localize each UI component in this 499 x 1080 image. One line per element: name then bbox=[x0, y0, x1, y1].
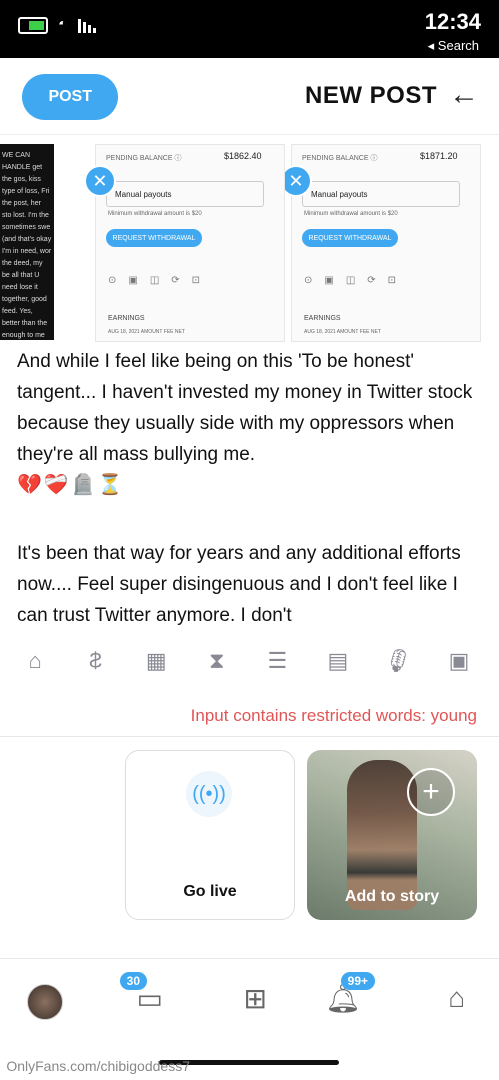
live-broadcast-icon: ((•)) bbox=[186, 771, 232, 817]
add-post-icon[interactable]: ⊞ bbox=[244, 982, 267, 1015]
post-text-area[interactable]: And while I feel like being on this 'To … bbox=[17, 346, 477, 501]
avatar[interactable] bbox=[27, 984, 63, 1020]
post-paragraph-2: It's been that way for years and any add… bbox=[17, 543, 461, 626]
go-live-label: Go live bbox=[183, 883, 237, 900]
gallery-icon[interactable]: ▤ bbox=[320, 648, 356, 674]
calendar-icon[interactable]: ▦ bbox=[138, 648, 174, 674]
bottom-nav: ⌂ 🔔︎ 99+ ⊞ ▭ 30 bbox=[0, 960, 499, 1040]
watermark: OnlyFans.com/chibigoddess7 bbox=[6, 1058, 190, 1074]
poll-icon[interactable]: ☰ bbox=[259, 648, 295, 674]
go-live-card[interactable]: ((•)) Go live bbox=[125, 750, 295, 920]
add-story-label: Add to story bbox=[344, 888, 440, 905]
add-to-story-card[interactable]: + Add to story bbox=[307, 750, 477, 920]
image-icon[interactable]: ▣ bbox=[441, 648, 477, 674]
add-icon[interactable]: + bbox=[407, 768, 455, 816]
divider bbox=[0, 958, 499, 959]
price-icon[interactable]: $ bbox=[78, 648, 114, 674]
home-icon[interactable]: ⌂ bbox=[448, 982, 465, 1014]
post-paragraph-1: And while I feel like being on this 'To … bbox=[17, 351, 473, 465]
hourglass-icon[interactable]: ⧗ bbox=[199, 648, 235, 674]
tag-icon[interactable]: ⌂ bbox=[17, 648, 53, 674]
emoji-line: 💔❤️‍🩹🪦⏳ bbox=[17, 474, 125, 496]
composer-toolbar: ▣ 🎙 ▤ ☰ ⧗ ▦ $ ⌂ bbox=[17, 648, 477, 674]
mirrored-screen: 12:34 ◂ Search ◔ ← NEW POST POST PENDING… bbox=[0, 0, 499, 1080]
microphone-icon[interactable]: 🎙 bbox=[380, 648, 416, 674]
restricted-warning: Input contains restricted words: young bbox=[190, 706, 477, 725]
notifications-badge: 99+ bbox=[340, 972, 375, 990]
messages-badge: 30 bbox=[119, 972, 147, 990]
divider bbox=[0, 736, 499, 737]
